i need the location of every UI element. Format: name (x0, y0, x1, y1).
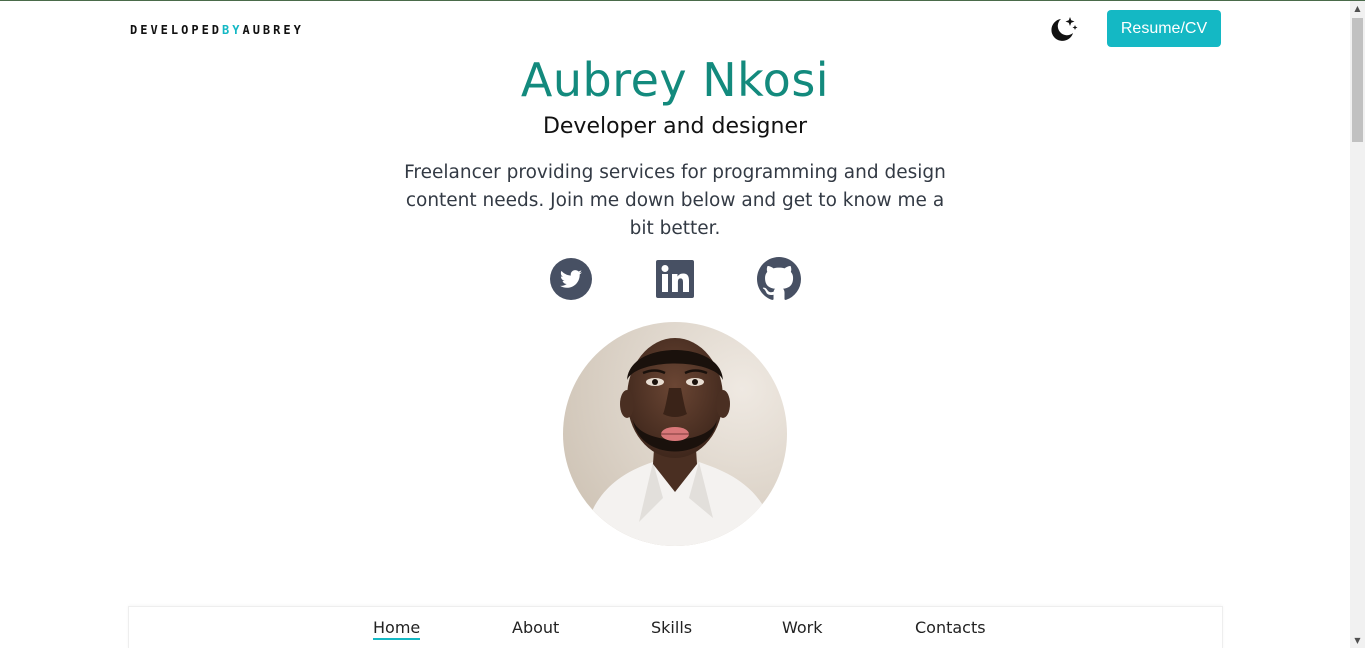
twitter-icon[interactable] (548, 256, 594, 302)
logo-part-1: DEVELOPED (130, 23, 223, 37)
logo-part-2: BY (222, 23, 243, 37)
nav-item-contacts[interactable]: Contacts (915, 618, 986, 637)
hero-role: Developer and designer (542, 114, 808, 139)
section-nav: Home About Skills Work Contacts (128, 606, 1223, 648)
scroll-up-arrow-icon[interactable]: ▲ (1350, 1, 1365, 16)
nav-item-home[interactable]: Home (373, 618, 421, 640)
hero-bio: Freelancer providing services for progra… (404, 162, 946, 239)
logo-part-3: AUBREY (242, 23, 304, 37)
github-icon[interactable] (756, 256, 802, 302)
nav-item-skills[interactable]: Skills (651, 618, 692, 637)
resume-cv-button[interactable]: Resume/CV (1107, 10, 1221, 47)
scrollbar-thumb[interactable] (1352, 18, 1363, 142)
site-logo[interactable]: DEVELOPEDBYAUBREY (130, 23, 304, 37)
hero-name: Aubrey Nkosi (520, 53, 830, 107)
page: DEVELOPEDBYAUBREY Resume/CV Aubrey Nkosi… (0, 1, 1350, 648)
profile-photo (563, 322, 787, 546)
nav-item-about[interactable]: About (512, 618, 559, 637)
nav-item-work[interactable]: Work (782, 618, 823, 637)
scroll-down-arrow-icon[interactable]: ▼ (1350, 633, 1365, 648)
moon-stars-icon[interactable] (1046, 14, 1078, 46)
vertical-scrollbar[interactable]: ▲ ▼ (1350, 1, 1365, 648)
social-links (0, 256, 1350, 302)
linkedin-icon[interactable] (652, 256, 698, 302)
